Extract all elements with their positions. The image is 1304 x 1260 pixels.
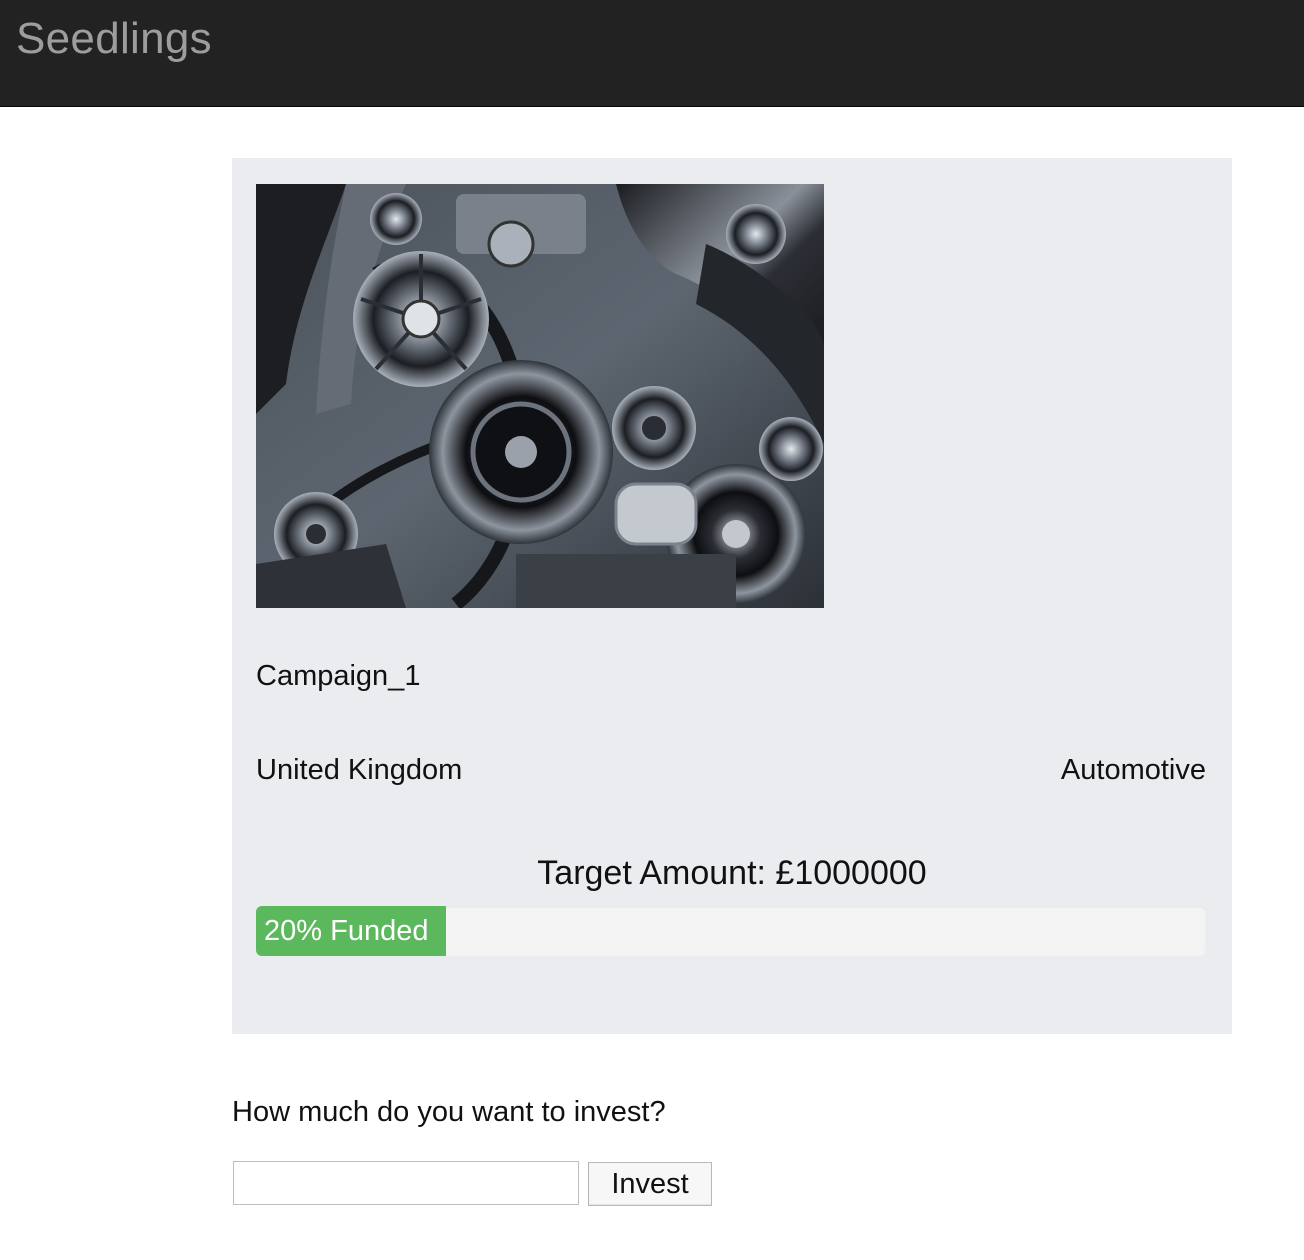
invest-question: How much do you want to invest? <box>232 1096 666 1128</box>
campaign-category: Automotive <box>1060 754 1206 786</box>
target-amount: Target Amount: £1000000 <box>232 854 1232 893</box>
campaign-country: United Kingdom <box>256 754 463 786</box>
target-amount-value: £1000000 <box>775 854 927 892</box>
brand-logo-link[interactable]: Seedlings <box>16 14 212 64</box>
top-navbar: Seedlings <box>0 0 1304 107</box>
invest-amount-input[interactable] <box>233 1161 579 1205</box>
campaign-image <box>256 184 824 608</box>
funding-progress-bar: 20% Funded <box>256 906 1206 956</box>
campaign-name: Campaign_1 <box>256 660 421 692</box>
campaign-card: Campaign_1 United Kingdom Automotive Tar… <box>232 158 1232 1034</box>
target-amount-label: Target Amount: <box>537 854 776 892</box>
engine-image <box>256 184 824 608</box>
funding-progress-fill: 20% Funded <box>256 906 446 956</box>
invest-button[interactable]: Invest <box>588 1162 712 1206</box>
